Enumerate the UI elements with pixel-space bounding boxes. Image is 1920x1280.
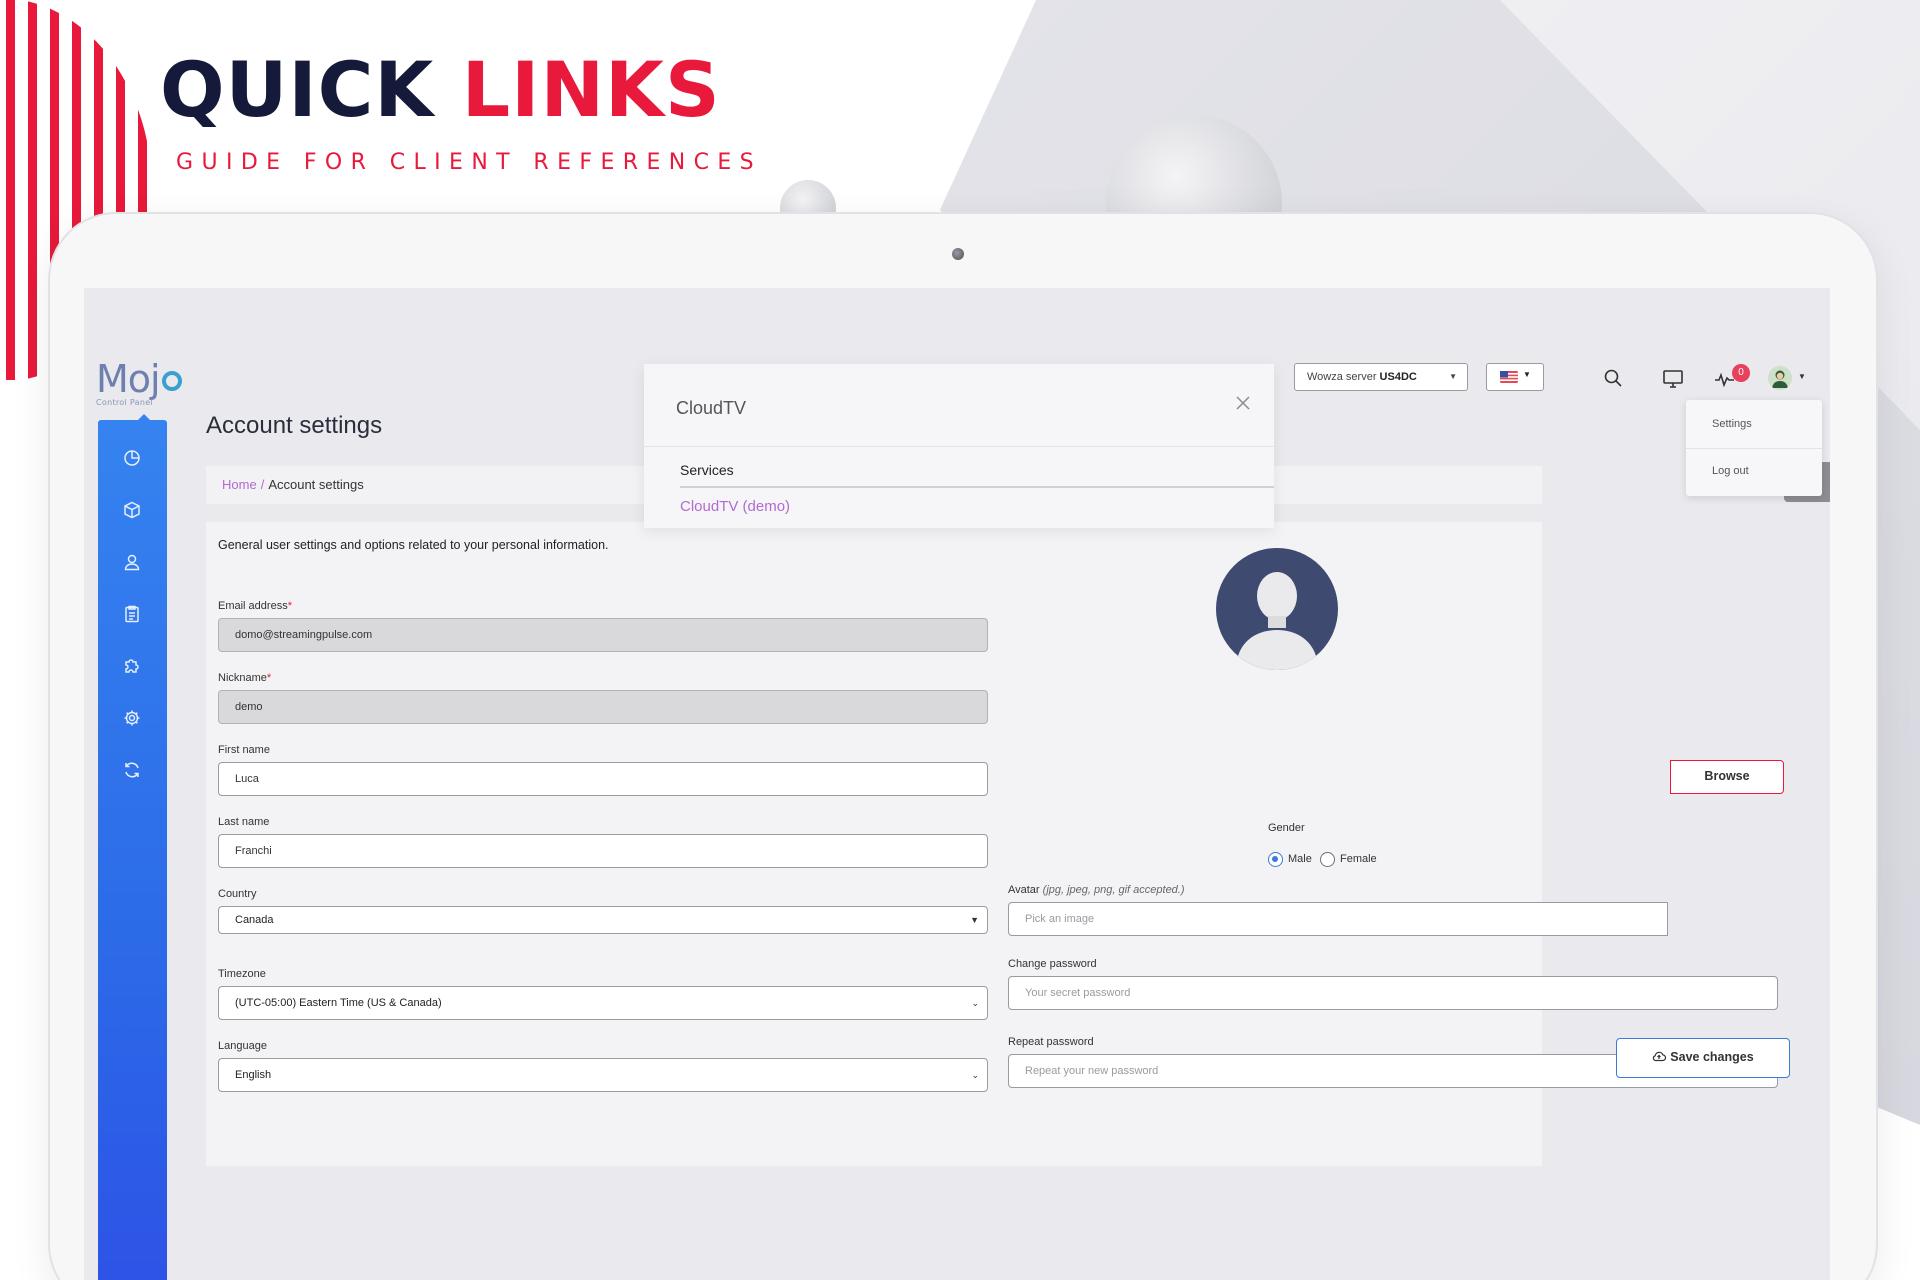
close-icon[interactable] <box>1234 394 1252 412</box>
search-section-title: Services <box>680 462 734 478</box>
gender-male-radio[interactable] <box>1268 852 1283 867</box>
avatar-label: Avatar (jpg, jpeg, png, gif accepted.) <box>1008 884 1185 896</box>
server-name: US4DC <box>1379 371 1417 383</box>
gender-label: Gender <box>1268 822 1305 834</box>
user-avatar[interactable] <box>1768 366 1792 390</box>
settings-card: General user settings and options relate… <box>206 522 1778 1166</box>
country-value: Canada <box>235 914 274 926</box>
server-prefix: Wowza server <box>1307 371 1377 383</box>
promo-title: QUICK LINKS <box>160 52 721 128</box>
repeat-password-label: Repeat password <box>1008 1036 1094 1048</box>
server-select[interactable]: Wowza server US4DC ▼ <box>1294 363 1468 391</box>
dashboard-icon[interactable] <box>120 446 144 470</box>
monitor-icon[interactable] <box>1662 369 1684 391</box>
logo-text: Moj <box>96 357 161 401</box>
change-password-field[interactable]: Your secret password <box>1008 976 1778 1010</box>
first-name-label: First name <box>218 744 270 756</box>
logo[interactable]: Moj Control Panel <box>96 360 182 407</box>
gear-icon[interactable] <box>120 706 144 730</box>
page-title: Account settings <box>206 412 383 439</box>
caret-down-icon: ▼ <box>970 915 979 925</box>
search-icon[interactable] <box>1602 367 1624 389</box>
menu-item-logout[interactable]: Log out <box>1712 465 1749 477</box>
country-select[interactable]: Canada ▼ <box>218 906 988 934</box>
refresh-icon[interactable] <box>120 758 144 782</box>
timezone-value: (UTC-05:00) Eastern Time (US & Canada) <box>235 997 442 1009</box>
settings-description: General user settings and options relate… <box>218 538 609 552</box>
search-popup: CloudTV Services CloudTV (demo) <box>644 364 1274 528</box>
change-password-label: Change password <box>1008 958 1097 970</box>
breadcrumb-separator: / <box>260 477 265 492</box>
menu-divider <box>1686 448 1822 449</box>
email-label: Email address* <box>218 600 292 612</box>
promo-subtitle: GUIDE FOR CLIENT REFERENCES <box>176 150 763 175</box>
avatar-placeholder-icon <box>1216 548 1338 670</box>
language-value: English <box>235 1069 272 1081</box>
package-icon[interactable] <box>120 498 144 522</box>
chevron-down-icon: ⌄ <box>971 998 979 1008</box>
save-changes-button[interactable]: Save changes <box>1616 1038 1790 1078</box>
gender-female-label: Female <box>1340 853 1377 865</box>
notification-badge: 0 <box>1732 364 1750 382</box>
gender-male-label: Male <box>1288 853 1312 865</box>
avatar-file-field[interactable]: Pick an image <box>1008 902 1668 936</box>
promo-title-word1: QUICK <box>160 45 435 134</box>
breadcrumb-home-link[interactable]: Home <box>222 477 257 492</box>
email-field[interactable]: domo@streamingpulse.com <box>218 618 988 652</box>
first-name-field[interactable]: Luca <box>218 762 988 796</box>
language-label: Language <box>218 1040 267 1052</box>
search-result-link[interactable]: CloudTV (demo) <box>680 498 790 515</box>
country-label: Country <box>218 888 257 900</box>
us-flag-icon <box>1500 371 1518 383</box>
search-query[interactable]: CloudTV <box>676 398 746 419</box>
nickname-label: Nickname* <box>218 672 272 684</box>
clipboard-icon[interactable] <box>120 602 144 626</box>
breadcrumb-current: Account settings <box>268 477 364 492</box>
promo-title-word2: LINKS <box>461 45 721 134</box>
popup-divider <box>644 446 1274 447</box>
puzzle-icon[interactable] <box>120 654 144 678</box>
camera-dot <box>952 248 964 260</box>
user-menu: Settings Log out <box>1686 400 1822 496</box>
sidebar-active-notch <box>138 414 150 420</box>
save-changes-label: Save changes <box>1670 1050 1754 1064</box>
app-screen: Moj Control Panel Account settings Home /… <box>84 288 1830 1280</box>
caret-down-icon: ▼ <box>1523 370 1531 379</box>
timezone-label: Timezone <box>218 968 266 980</box>
section-divider <box>680 486 1274 488</box>
logo-ring-icon <box>161 371 182 391</box>
gender-female-radio[interactable] <box>1320 852 1335 867</box>
chevron-down-icon: ⌄ <box>971 1070 979 1080</box>
caret-down-icon: ▼ <box>1798 372 1806 381</box>
sidebar <box>98 414 167 1280</box>
caret-down-icon: ▼ <box>1449 372 1457 381</box>
user-icon[interactable] <box>120 550 144 574</box>
last-name-field[interactable]: Franchi <box>218 834 988 868</box>
logo-subtext: Control Panel <box>96 398 153 407</box>
timezone-select[interactable]: (UTC-05:00) Eastern Time (US & Canada) ⌄ <box>218 986 988 1020</box>
language-select[interactable]: English ⌄ <box>218 1058 988 1092</box>
nickname-field[interactable]: demo <box>218 690 988 724</box>
last-name-label: Last name <box>218 816 270 828</box>
browse-button[interactable]: Browse <box>1670 760 1784 794</box>
menu-item-settings[interactable]: Settings <box>1712 418 1752 430</box>
language-flag-select[interactable]: ▼ <box>1486 363 1544 391</box>
cloud-upload-icon <box>1653 1051 1667 1062</box>
